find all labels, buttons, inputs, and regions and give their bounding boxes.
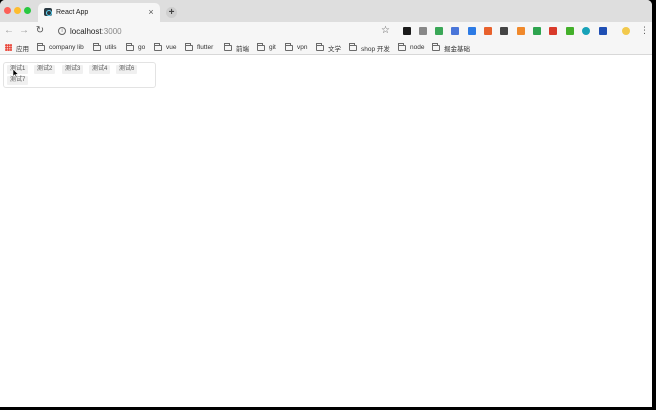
bookmark-label: go (138, 44, 146, 51)
browser-window: React App × + ← → ↻ i localhost:3000 ☆ ⋮… (0, 0, 652, 407)
ext-green-check-icon[interactable] (566, 27, 574, 35)
bookmark-folder[interactable]: git (257, 42, 276, 52)
bookmark-folder[interactable]: flutter (185, 42, 214, 52)
address-bar[interactable]: i localhost:3000 ☆ (52, 24, 394, 38)
bookmark-folder[interactable]: 前端 (224, 42, 249, 53)
folder-icon (349, 42, 357, 51)
bookmark-label: shop 开发 (361, 45, 390, 53)
window-minimize-button[interactable] (14, 7, 21, 14)
info-icon[interactable]: i (58, 27, 66, 35)
mouse-cursor-icon (13, 69, 19, 78)
bookmark-apps-label: 应用 (16, 45, 29, 53)
url-text: localhost:3000 (70, 27, 122, 36)
bookmark-label: utils (105, 44, 117, 51)
bookmark-label: git (269, 44, 276, 51)
bookmark-folder[interactable]: vue (154, 42, 177, 52)
ext-black-icon[interactable] (403, 27, 411, 35)
folder-icon (37, 42, 45, 51)
tab-title: React App (56, 9, 89, 16)
url-host: localhost (70, 27, 102, 36)
apps-grid-icon (5, 44, 12, 51)
bookmark-folder[interactable]: vpn (285, 42, 308, 52)
bookmark-apps[interactable]: 应用 (5, 43, 29, 53)
page-content: 测试1 测试2 测试3 测试4 测试6 测试7 (0, 56, 652, 407)
bookmark-label: 掘金基础 (444, 45, 470, 53)
bookmark-label: vpn (297, 44, 308, 51)
folder-icon (398, 42, 406, 51)
ext-blue-icon[interactable] (599, 27, 607, 35)
tag-item[interactable]: 测试3 (62, 65, 84, 74)
bookmark-label: node (410, 44, 425, 51)
draggable-tag-list: 测试1 测试2 测试3 测试4 测试6 测试7 (3, 62, 156, 88)
bookmark-folder[interactable]: utils (93, 42, 117, 52)
bookmark-folder[interactable]: 文学 (316, 42, 341, 53)
bookmark-label: vue (166, 44, 177, 51)
kebab-menu-icon[interactable]: ⋮ (640, 25, 649, 36)
ext-orange-icon[interactable] (484, 27, 492, 35)
reload-icon[interactable]: ↻ (34, 25, 46, 37)
forward-arrow-icon[interactable]: → (18, 25, 30, 37)
window-close-button[interactable] (4, 7, 11, 14)
folder-icon (257, 42, 265, 51)
tab-strip: React App × + (0, 0, 652, 22)
folder-icon (285, 42, 293, 51)
ext-green-grid-icon[interactable] (435, 27, 443, 35)
folder-icon (224, 42, 232, 51)
folder-icon (154, 42, 162, 51)
ext-blue-s-icon[interactable] (451, 27, 459, 35)
back-arrow-icon[interactable]: ← (3, 25, 15, 37)
tag-item[interactable]: 测试2 (34, 65, 56, 74)
react-logo-icon (44, 8, 52, 16)
folder-icon (316, 42, 324, 51)
bookmark-folder[interactable]: shop 开发 (349, 42, 390, 53)
ext-green-shield-icon[interactable] (533, 27, 541, 35)
ext-a-icon[interactable] (419, 27, 427, 35)
tag-item[interactable]: 测试6 (116, 65, 138, 74)
bookmark-folder[interactable]: node (398, 42, 425, 52)
bookmark-folder[interactable]: company lib (37, 42, 84, 52)
new-tab-button[interactable]: + (166, 7, 177, 18)
window-maximize-button[interactable] (24, 7, 31, 14)
url-port: :3000 (101, 27, 122, 36)
ext-teal-circle-icon[interactable] (582, 27, 590, 35)
folder-icon (432, 42, 440, 51)
bookmark-folder[interactable]: 掘金基础 (432, 42, 470, 53)
bookmark-label: flutter (197, 44, 214, 51)
folder-icon (93, 42, 101, 51)
bookmarks-bar: 应用 company lib utils go vue flutter 前端 g… (0, 40, 652, 55)
bookmark-folder[interactable]: go (126, 42, 146, 52)
tab-close-icon[interactable]: × (146, 7, 156, 17)
bookmark-label: 前端 (236, 45, 249, 53)
folder-icon (185, 42, 193, 51)
ext-qr-icon[interactable] (500, 27, 508, 35)
bookmark-label: 文学 (328, 45, 341, 53)
profile-avatar-icon[interactable] (622, 27, 630, 35)
browser-tab[interactable]: React App × (38, 3, 160, 22)
bookmark-label: company lib (49, 44, 84, 51)
bookmark-star-icon[interactable]: ☆ (381, 25, 390, 36)
folder-icon (126, 42, 134, 51)
ext-blue-square-icon[interactable] (468, 27, 476, 35)
tag-item[interactable]: 测试4 (89, 65, 111, 74)
ext-orange-square-icon[interactable] (517, 27, 525, 35)
ext-red-icon[interactable] (549, 27, 557, 35)
